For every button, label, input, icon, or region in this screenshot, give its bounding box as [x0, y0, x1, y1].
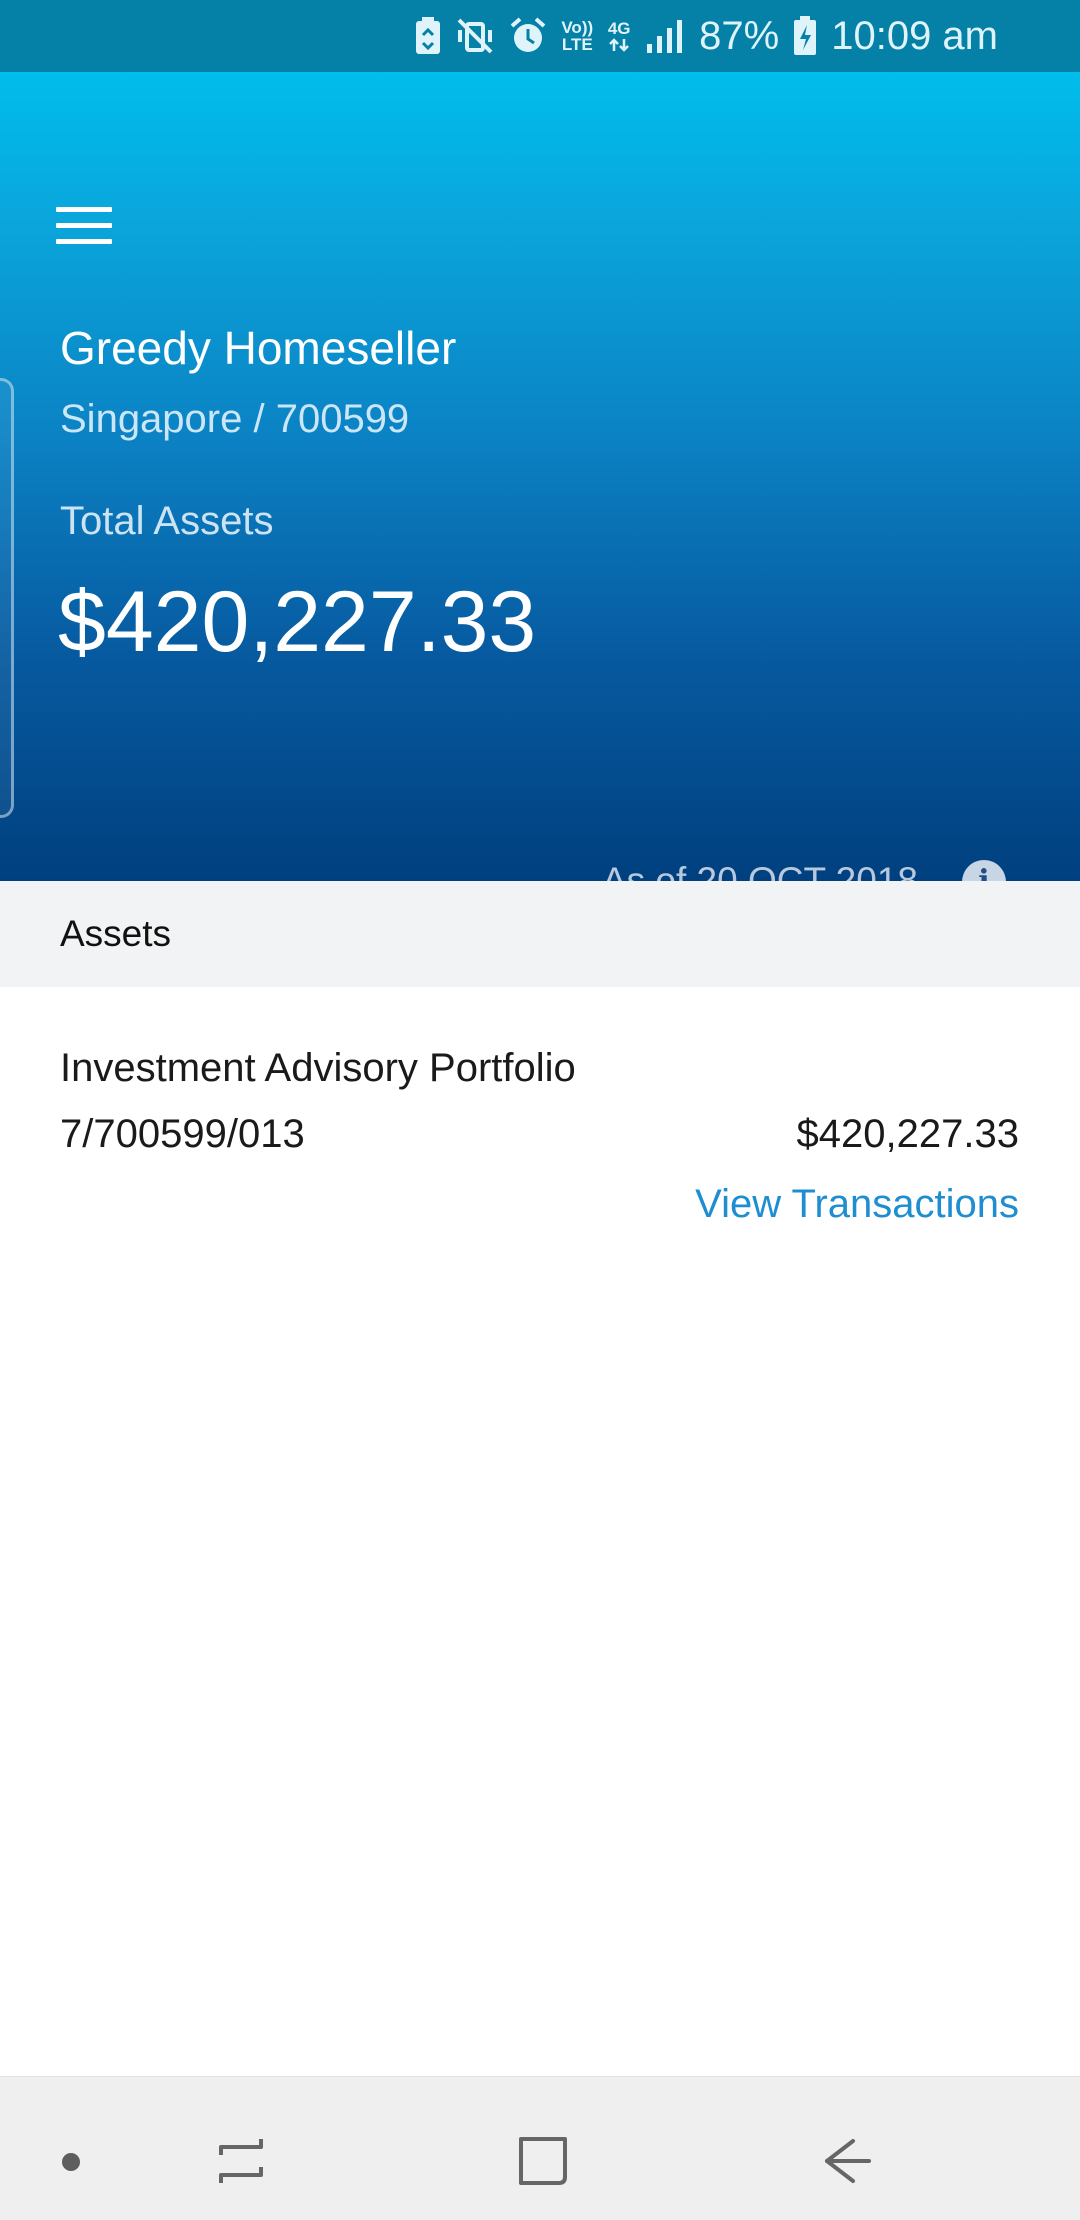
- user-name: Greedy Homeseller: [60, 322, 457, 374]
- total-assets-label: Total Assets: [60, 499, 274, 543]
- recents-icon[interactable]: [201, 2121, 281, 2201]
- status-bar: Vo)) LTE 4G 87% 10:09 am: [0, 0, 1080, 72]
- alarm-icon: [509, 14, 547, 58]
- asset-value: $420,227.33: [796, 1112, 1019, 1156]
- signal-strength-icon: [645, 14, 685, 58]
- vibrate-mute-icon: [455, 14, 495, 58]
- account-summary-header: Greedy Homeseller Singapore / 700599 Tot…: [0, 72, 1080, 904]
- 4g-data-icon: 4G: [607, 14, 631, 58]
- volte-label-top: Vo)): [561, 18, 594, 37]
- volte-icon: Vo)) LTE: [561, 14, 593, 58]
- network-label: 4G: [607, 18, 631, 38]
- app-screen: Vo)) LTE 4G 87% 10:09 am Greedy Homesell…: [0, 0, 1080, 2220]
- nav-dot-icon[interactable]: [62, 2153, 80, 2171]
- status-time: 10:09 am: [831, 14, 998, 58]
- asset-account-number: 7/700599/013: [60, 1112, 305, 1156]
- battery-saver-icon: [415, 14, 441, 58]
- hamburger-menu-icon[interactable]: [46, 190, 122, 262]
- volte-label-bottom: LTE: [561, 35, 593, 54]
- battery-charging-icon: [793, 14, 817, 58]
- assets-section-title: Assets: [60, 913, 172, 954]
- total-assets-value: $420,227.33: [58, 574, 537, 670]
- view-transactions-link[interactable]: View Transactions: [695, 1179, 1019, 1229]
- home-icon[interactable]: [503, 2121, 583, 2201]
- asset-list-item[interactable]: Investment Advisory Portfolio 7/700599/0…: [0, 987, 1080, 1237]
- system-navigation-bar: [0, 2076, 1080, 2220]
- battery-percent: 87%: [699, 14, 780, 58]
- asset-name: Investment Advisory Portfolio: [60, 1046, 576, 1090]
- back-icon[interactable]: [807, 2121, 887, 2201]
- edge-panel-handle[interactable]: [0, 378, 14, 818]
- user-location: Singapore / 700599: [60, 397, 410, 441]
- assets-section-header: Assets: [0, 881, 1080, 987]
